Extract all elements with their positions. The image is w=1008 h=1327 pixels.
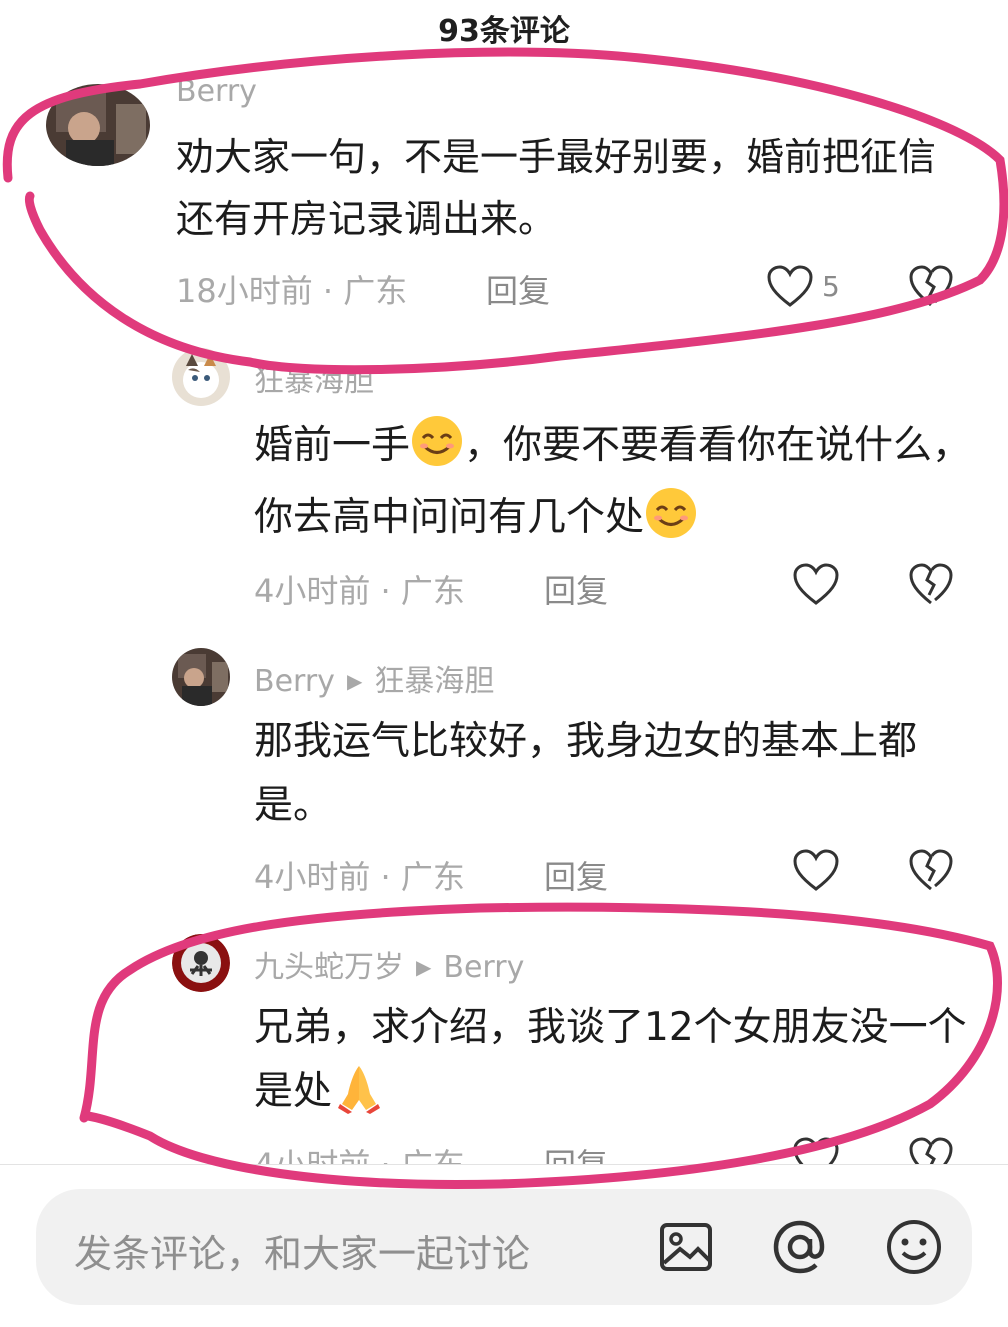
reply-button[interactable]: 回复 [544, 566, 608, 612]
broken-heart-icon[interactable] [908, 848, 954, 892]
reply-arrow-icon: ▶ [416, 955, 432, 979]
comment-username-link[interactable]: Berry [254, 664, 335, 699]
page-title: 93条评论 [438, 14, 570, 49]
at-icon[interactable] [770, 1217, 830, 1277]
reply-button[interactable]: 回复 [486, 266, 550, 312]
folded-hands-icon [338, 1066, 381, 1114]
comment-username-link[interactable]: 九头蛇万岁 [254, 950, 404, 985]
comment-time-location: 4小时前 · 广东 [254, 858, 465, 896]
broken-heart-icon[interactable] [908, 562, 954, 606]
broken-heart-icon[interactable] [908, 264, 954, 308]
comment-username[interactable]: Berry [176, 74, 257, 109]
comment-text: 劝大家一句，不是一手最好别要，婚前把征信还有开房记录调出来。 [176, 135, 937, 241]
avatar-person-photo-icon[interactable] [46, 84, 150, 166]
comment-username: 九头蛇万岁 ▶ Berry [254, 942, 524, 986]
like-count: 5 [822, 270, 840, 303]
heart-icon[interactable] [792, 562, 840, 606]
avatar-person-photo-icon[interactable] [172, 648, 230, 706]
smiling-face-icon [646, 488, 697, 538]
comment-text-part: 婚前一手 [254, 423, 411, 468]
heart-icon[interactable] [766, 264, 814, 308]
comment-input[interactable]: 发条评论，和大家一起讨论 [36, 1189, 972, 1305]
image-icon[interactable] [656, 1217, 716, 1277]
reply-button[interactable]: 回复 [544, 852, 608, 898]
comment-composer: 发条评论，和大家一起讨论 [0, 1165, 1008, 1327]
reply-target-username[interactable]: Berry [443, 950, 524, 985]
comment-input-placeholder: 发条评论，和大家一起讨论 [74, 1232, 531, 1276]
comment-text: 那我运气比较好，我身边女的基本上都是。 [254, 719, 918, 828]
comment-text: 婚前一手 ，你要不要看看你在说什么，你去高中问问有几个处 [254, 410, 974, 554]
avatar-cat-icon[interactable] [172, 348, 230, 406]
heart-icon[interactable] [792, 848, 840, 892]
comment-text: 兄弟，求介绍，我谈了12个女朋友没一个是处 [254, 996, 974, 1124]
emoji-face-icon[interactable] [884, 1217, 944, 1277]
comment-username[interactable]: 狂暴海胆 [254, 356, 374, 400]
reply-arrow-icon: ▶ [346, 669, 363, 693]
comment-time-location: 4小时前 · 广东 [254, 572, 465, 610]
comment-username: Berry ▶ 狂暴海胆 [254, 656, 494, 700]
reply-target-username[interactable]: 狂暴海胆 [374, 664, 494, 699]
avatar-hydra-logo-icon[interactable] [172, 934, 230, 992]
smiling-face-icon [412, 416, 463, 466]
comment-time-location: 18小时前 · 广东 [176, 272, 408, 310]
